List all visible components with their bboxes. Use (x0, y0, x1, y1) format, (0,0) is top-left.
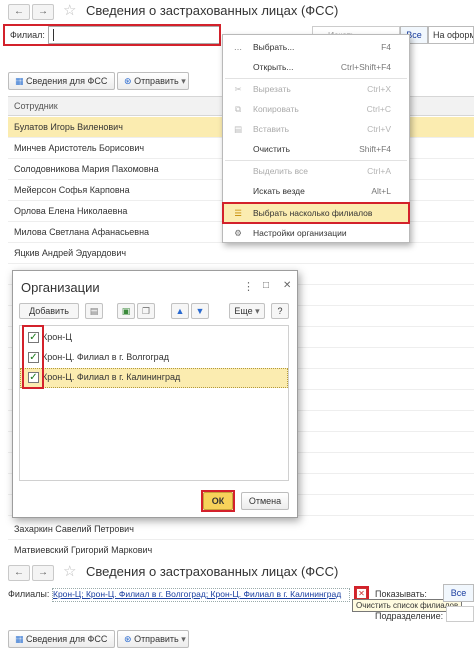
send-label: Отправить (134, 76, 179, 86)
scissors-icon: ✂ (234, 84, 242, 94)
chevron-down-icon: ▾ (181, 76, 186, 86)
menu-item-label: Искать везде (253, 186, 305, 196)
send-icon: ⊛ (124, 634, 132, 644)
paste-icon: ▤ (233, 124, 243, 134)
list-item-label: Крон-Ц. Филиал в г. Волгоград (42, 352, 169, 362)
back-button[interactable]: ← (8, 565, 30, 581)
menu-item-open[interactable]: Открыть... Ctrl+Shift+F4 (223, 57, 409, 77)
menu-item-clear[interactable]: Очистить Shift+F4 (223, 139, 409, 159)
select-branches-highlight-frame (222, 202, 410, 224)
menu-item-org-settings[interactable]: ⚙ Настройки организации (223, 223, 409, 243)
forward-button[interactable]: → (32, 4, 54, 20)
send-button[interactable]: ⊛ Отправить ▾ (117, 72, 189, 90)
fss-info-button[interactable]: ▦ Сведения для ФСС (8, 630, 115, 648)
fss-icon: ▦ (15, 634, 24, 644)
move-down-icon[interactable]: ▼ (191, 303, 209, 319)
gear-icon: ⚙ (234, 228, 242, 238)
fss-info-button[interactable]: ▦ Сведения для ФСС (8, 72, 115, 90)
organizations-dialog: Организации ⋮ □ ✕ Добавить ▤ ▣ ❐ ▲ ▼ Еще… (12, 270, 298, 518)
uncheck-all-icon[interactable]: ❐ (137, 303, 155, 319)
page-title: Сведения о застрахованных лицах (ФСС) (86, 564, 339, 579)
menu-item-label: Вырезать (253, 84, 291, 94)
more-icon[interactable]: ⋮ (243, 280, 254, 293)
menu-item-shortcut: Ctrl+C (366, 104, 391, 114)
list-item[interactable]: ✓ Крон-Ц (20, 328, 288, 348)
department-field[interactable] (446, 606, 474, 622)
more-menu-button[interactable]: Еще ▾ (229, 303, 265, 319)
fss-icon: ▦ (15, 76, 24, 86)
maximize-icon[interactable]: □ (263, 280, 269, 291)
department-label: Подразделение: (375, 611, 444, 621)
menu-item-label: Выбрать... (253, 42, 295, 52)
show-label: Показывать: (375, 589, 427, 599)
menu-item-shortcut: Shift+F4 (359, 144, 391, 154)
menu-item-shortcut: F4 (381, 42, 391, 52)
send-button[interactable]: ⊛ Отправить ▾ (117, 630, 189, 648)
context-menu: … Выбрать... F4 Открыть... Ctrl+Shift+F4… (222, 34, 410, 243)
filter-label: Филиалы: (8, 589, 50, 599)
bottom-window: ← → ☆ Сведения о застрахованных лицах (Ф… (0, 560, 474, 651)
favorite-star-icon[interactable]: ☆ (63, 1, 76, 19)
table-row[interactable]: Матвиевский Григорий Маркович (8, 540, 474, 561)
menu-item-label: Вставить (253, 124, 290, 134)
chevron-down-icon: ▾ (181, 634, 186, 644)
list-item-label: Крон-Ц. Филиал в г. Калининград (42, 372, 181, 382)
dialog-title: Организации (21, 280, 100, 295)
menu-item-paste[interactable]: ▤ Вставить Ctrl+V (223, 119, 409, 139)
copy-icon: ⧉ (234, 104, 242, 114)
menu-item-shortcut: Ctrl+X (367, 84, 391, 94)
organizations-list: ✓ Крон-Ц ✓ Крон-Ц. Филиал в г. Волгоград… (19, 325, 289, 481)
ellipsis-icon: … (233, 42, 243, 52)
show-all-tab[interactable]: Все (443, 584, 474, 602)
add-button[interactable]: Добавить (19, 303, 79, 319)
send-icon: ⊛ (124, 76, 132, 86)
close-icon[interactable]: ✕ (283, 280, 291, 291)
menu-item-cut[interactable]: ✂ Вырезать Ctrl+X (223, 79, 409, 99)
menu-item-shortcut: Ctrl+V (367, 124, 391, 134)
menu-item-label: Выделить все (253, 166, 308, 176)
cancel-button[interactable]: Отмена (241, 492, 289, 510)
menu-item-select[interactable]: … Выбрать... F4 (223, 37, 409, 57)
list-item-label: Крон-Ц (42, 332, 72, 342)
chevron-down-icon: ▾ (255, 306, 260, 316)
filter-highlight-frame (3, 24, 221, 46)
branches-filter-value[interactable]: Крон-Ц; Крон-Ц. Филиал в г. Волгоград; К… (52, 588, 350, 602)
back-button[interactable]: ← (8, 4, 30, 20)
picker-icon[interactable]: ▤ (85, 303, 103, 319)
table-row[interactable]: Яцкив Андрей Эдуардович (8, 243, 474, 264)
forward-button[interactable]: → (32, 565, 54, 581)
ok-highlight-frame (201, 490, 235, 512)
tab-in-process[interactable]: На оформ (428, 26, 474, 44)
menu-item-label: Открыть... (253, 62, 294, 72)
send-label: Отправить (134, 634, 179, 644)
menu-item-copy[interactable]: ⧉ Копировать Ctrl+C (223, 99, 409, 119)
list-item[interactable]: ✓ Крон-Ц. Филиал в г. Калининград (20, 368, 288, 388)
table-row[interactable]: Захаркин Савелий Петрович (8, 519, 474, 540)
menu-item-search-everywhere[interactable]: Искать везде Alt+L (223, 181, 409, 201)
move-up-icon[interactable]: ▲ (171, 303, 189, 319)
menu-item-shortcut: Ctrl+A (367, 166, 391, 176)
fss-info-label: Сведения для ФСС (26, 634, 108, 644)
menu-item-shortcut: Alt+L (371, 186, 391, 196)
check-all-icon[interactable]: ▣ (117, 303, 135, 319)
menu-item-label: Настройки организации (253, 228, 347, 238)
page-title: Сведения о застрахованных лицах (ФСС) (86, 3, 339, 18)
fss-info-label: Сведения для ФСС (26, 76, 108, 86)
favorite-star-icon[interactable]: ☆ (63, 562, 76, 580)
menu-item-shortcut: Ctrl+Shift+F4 (340, 62, 391, 72)
checkboxes-highlight-frame (22, 325, 44, 389)
more-menu-label: Еще (234, 306, 253, 316)
help-button[interactable]: ? (271, 303, 289, 319)
menu-item-select-all[interactable]: Выделить все Ctrl+A (223, 161, 409, 181)
menu-item-label: Копировать (253, 104, 299, 114)
menu-item-label: Очистить (253, 144, 291, 154)
list-item[interactable]: ✓ Крон-Ц. Филиал в г. Волгоград (20, 348, 288, 368)
